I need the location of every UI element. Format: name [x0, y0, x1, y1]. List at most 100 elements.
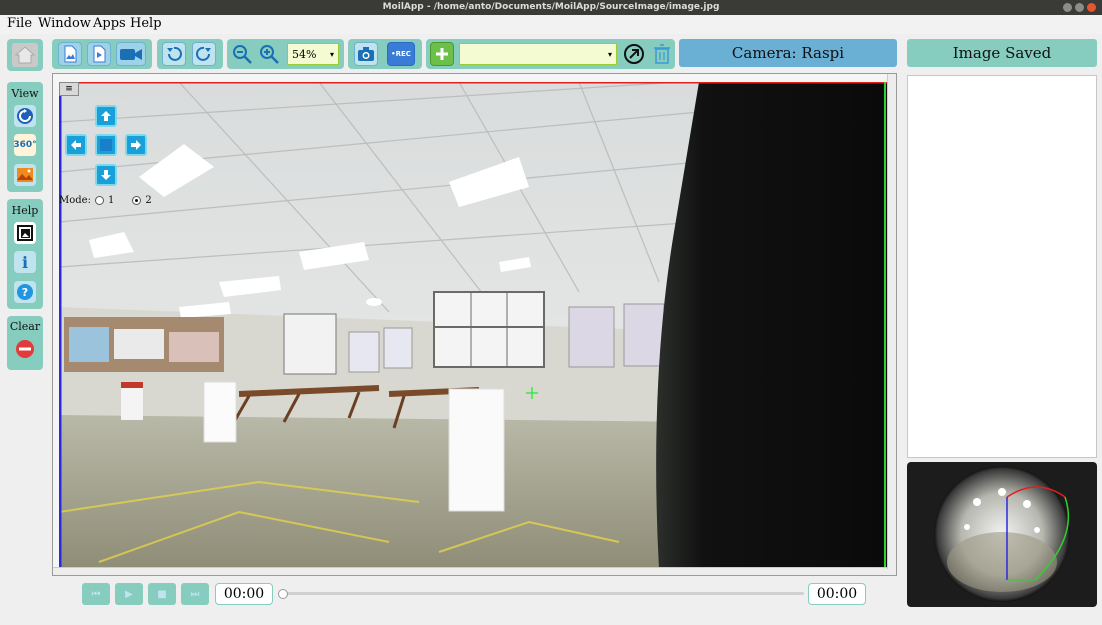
info-icon: i [21, 252, 29, 272]
minus-circle-icon [16, 340, 34, 358]
rotate-right-button[interactable] [192, 42, 216, 66]
current-time: 00:00 [215, 583, 273, 605]
room-scene [59, 82, 887, 569]
rec-icon: •REC [391, 50, 411, 58]
image-file-icon [64, 45, 77, 63]
stop-icon: ■ [157, 588, 167, 600]
play-icon: ▶ [125, 588, 133, 600]
square-icon [100, 139, 112, 151]
fast-forward-icon: ⏭ [190, 588, 200, 600]
snapshot-button[interactable] [354, 42, 378, 66]
camera-image [59, 82, 887, 569]
image-saved-label: Image Saved [907, 39, 1097, 67]
home-button[interactable] [12, 43, 38, 67]
mode-1-label: 1 [107, 195, 115, 206]
menu-help[interactable]: Help [130, 16, 162, 31]
rotate-right-icon [196, 46, 211, 61]
play-button[interactable]: ▶ [115, 583, 143, 605]
menu-apps[interactable]: Apps [93, 16, 126, 31]
clear-button[interactable] [14, 338, 36, 360]
close-icon[interactable] [1087, 3, 1096, 12]
home-panel [7, 39, 43, 71]
chevron-down-icon: ▾ [329, 49, 334, 59]
rotate-left-button[interactable] [162, 42, 186, 66]
saved-images-list[interactable] [907, 75, 1097, 458]
view-label: View [11, 87, 39, 100]
connect-camera-button[interactable] [623, 43, 645, 65]
zoom-out-button[interactable] [231, 43, 253, 65]
pan-right-button[interactable] [125, 134, 147, 156]
fisheye-preview[interactable] [907, 462, 1097, 607]
zoom-toolbar: 54% ▾ [227, 39, 344, 69]
camera-icon [358, 47, 374, 61]
arrow-left-icon [71, 140, 81, 150]
question-icon: ? [17, 284, 33, 300]
seek-slider[interactable] [278, 589, 804, 599]
home-icon [15, 46, 35, 64]
zoom-select[interactable]: 54% ▾ [287, 43, 339, 65]
info-button[interactable]: i [14, 251, 36, 273]
zoom-in-button[interactable] [258, 43, 280, 65]
360-icon: 360° [13, 140, 37, 150]
about-button[interactable]: ? [14, 281, 36, 303]
clear-panel: Clear [7, 316, 43, 370]
mode-2-label: 2 [145, 195, 152, 206]
hamburger-icon: ≡ [65, 83, 73, 94]
camera-toolbar: ▾ [426, 39, 675, 69]
panorama-button[interactable] [14, 164, 36, 186]
stop-button[interactable]: ■ [148, 583, 176, 605]
skip-forward-button[interactable]: ⏭ [181, 583, 209, 605]
help-label: Help [11, 204, 39, 217]
file-toolbar [52, 39, 152, 69]
menu-window[interactable]: Window [38, 16, 91, 31]
delete-camera-button[interactable] [652, 43, 672, 65]
pan-center-button[interactable] [95, 134, 117, 156]
vertical-scrollbar[interactable] [887, 74, 896, 569]
menu-file[interactable]: File [7, 16, 32, 31]
arrow-right-icon [131, 140, 141, 150]
video-camera-icon [120, 49, 142, 60]
arrow-down-icon [101, 170, 111, 180]
horizontal-scrollbar[interactable] [53, 567, 896, 575]
viewer-menu-button[interactable]: ≡ [59, 82, 79, 96]
maximize-icon[interactable] [1075, 3, 1084, 12]
arrow-up-right-circle-icon [624, 44, 644, 64]
open-image-button[interactable] [58, 42, 82, 66]
menu-bar: File Window Apps Help [0, 15, 1102, 34]
camera-label: Camera: Raspi [679, 39, 897, 67]
gallery-icon [17, 225, 33, 241]
clear-label: Clear [9, 320, 41, 333]
window-title: MoilApp - /home/anto/Documents/MoilApp/S… [382, 2, 720, 12]
open-camera-button[interactable] [116, 42, 146, 66]
pan-left-button[interactable] [65, 134, 87, 156]
rotate-view-button[interactable] [14, 105, 36, 127]
minimize-icon[interactable] [1063, 3, 1072, 12]
camera-select[interactable]: ▾ [459, 43, 617, 65]
trash-icon [654, 44, 670, 64]
mode-selector: Mode: 1 2 [59, 195, 152, 206]
record-button[interactable]: •REC [387, 42, 415, 66]
seek-handle[interactable] [278, 589, 288, 599]
mode-2-radio[interactable] [132, 196, 142, 205]
rewind-icon: ⏮ [91, 588, 101, 600]
view-panel: View 360° [7, 82, 43, 192]
total-time: 00:00 [808, 583, 866, 605]
open-video-button[interactable] [87, 42, 111, 66]
mode-1-radio[interactable] [94, 196, 104, 205]
gallery-button[interactable] [14, 222, 36, 244]
rotate-left-icon [167, 46, 182, 61]
skip-back-button[interactable]: ⏮ [82, 583, 110, 605]
pan-down-button[interactable] [95, 164, 117, 186]
window-controls [1063, 3, 1096, 12]
image-viewer[interactable]: ≡ Mode: 1 2 [52, 73, 897, 576]
rotate-toolbar [157, 39, 223, 69]
view-360-button[interactable]: 360° [13, 134, 37, 156]
chevron-down-icon: ▾ [607, 49, 612, 59]
capture-toolbar: •REC [348, 39, 422, 69]
pan-up-button[interactable] [95, 105, 117, 127]
help-panel: Help i ? [7, 199, 43, 309]
add-camera-button[interactable] [430, 42, 454, 66]
video-file-icon [93, 45, 106, 63]
zoom-out-icon [233, 45, 252, 64]
fisheye-image [934, 466, 1070, 602]
